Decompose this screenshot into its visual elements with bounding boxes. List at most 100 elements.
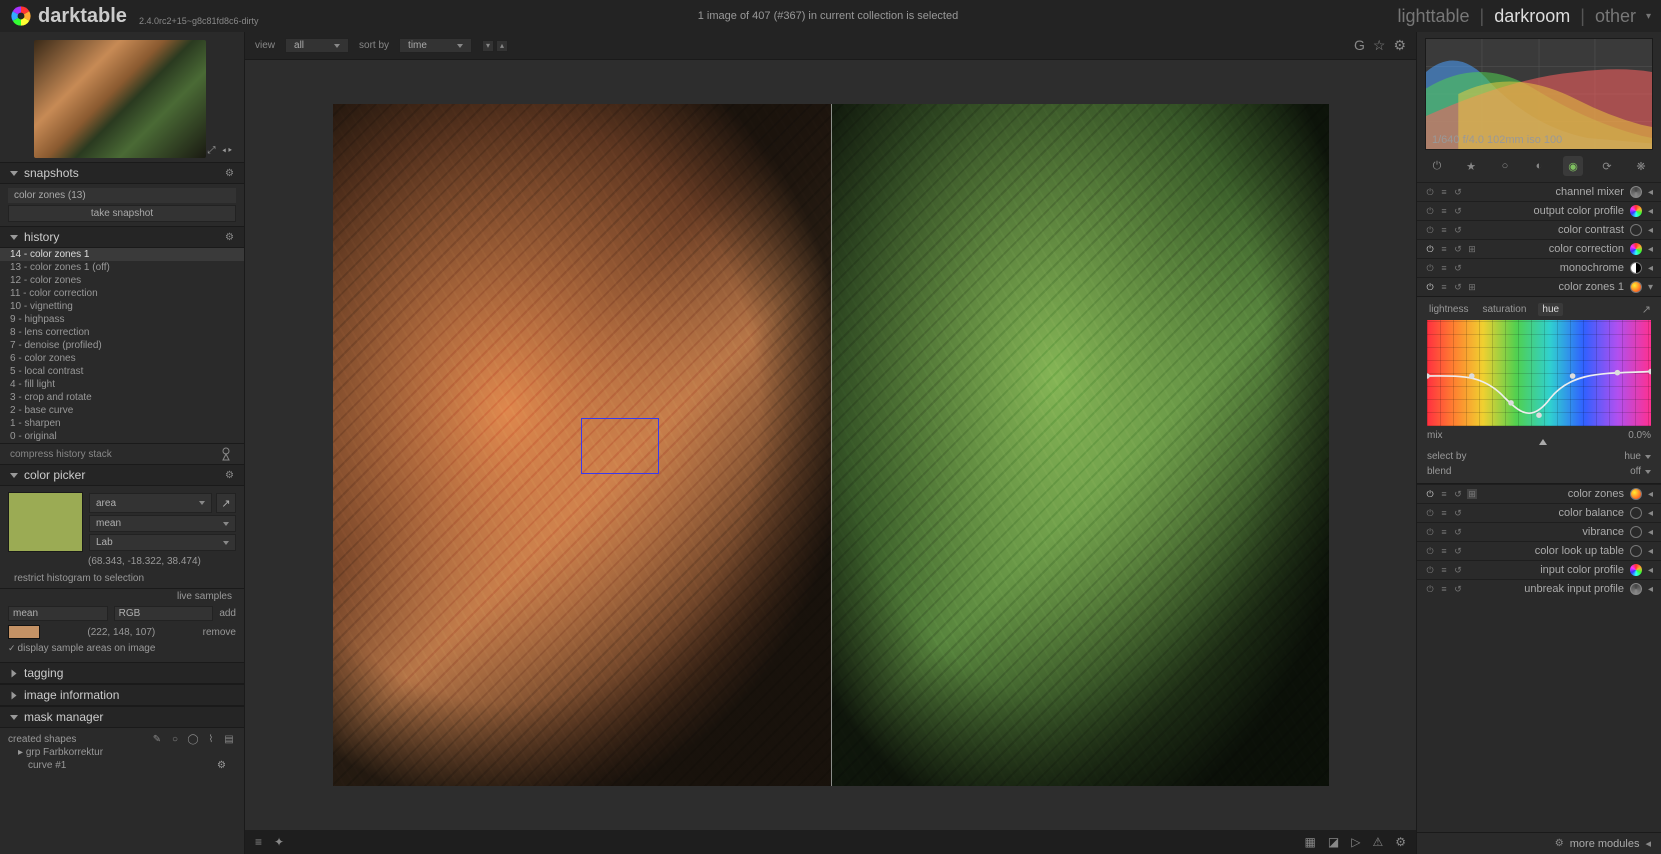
blend-value[interactable]: off <box>1630 466 1651 477</box>
sort-dir-down[interactable]: ▾ <box>482 40 494 52</box>
history-item[interactable]: 3 - crop and rotate <box>0 391 244 404</box>
history-item[interactable]: 0 - original <box>0 430 244 443</box>
display-samples-toggle[interactable]: display sample areas on image <box>8 641 236 656</box>
multiinst-icon[interactable]: ≡ <box>1439 187 1449 197</box>
module-channel-mixer[interactable]: ⏻≡↺ channel mixer <box>1417 182 1661 201</box>
add-sample-button[interactable]: add <box>219 608 236 619</box>
tagging-header[interactable]: tagging <box>0 662 244 684</box>
other-menu-arrow[interactable]: ▾ <box>1646 11 1651 22</box>
sample-space-select[interactable]: RGB <box>114 606 214 621</box>
grouping-icon[interactable]: G <box>1354 37 1365 54</box>
picker-mode-select[interactable]: area <box>89 493 212 513</box>
eyedropper-icon[interactable]: ↗ <box>1642 303 1651 316</box>
mask-group-item[interactable]: ▸ grp Farbkorrektur <box>8 746 236 759</box>
module-group-favorites-icon[interactable]: ★ <box>1461 156 1481 176</box>
sample-stat-select[interactable]: mean <box>8 606 108 621</box>
quick-access-icon[interactable]: ≡ <box>255 835 262 849</box>
style-icon[interactable]: ✦ <box>274 835 284 849</box>
module-monochrome[interactable]: ⏻≡↺ monochrome <box>1417 258 1661 277</box>
snapshot-split-line[interactable] <box>831 104 832 786</box>
history-item[interactable]: 7 - denoise (profiled) <box>0 339 244 352</box>
color-zones-curve[interactable] <box>1427 320 1651 426</box>
view-filter-select[interactable]: all <box>285 38 349 53</box>
star-icon[interactable]: ☆ <box>1373 37 1386 54</box>
restrict-histogram-toggle[interactable]: restrict histogram to selection <box>8 571 236 586</box>
history-item[interactable]: 13 - color zones 1 (off) <box>0 261 244 274</box>
eyedropper-icon[interactable]: ↗ <box>216 493 236 513</box>
mix-slider[interactable] <box>1427 441 1651 447</box>
module-group-tone-icon[interactable]: ◐ <box>1529 156 1549 176</box>
module-group-effect-icon[interactable]: ❋ <box>1631 156 1651 176</box>
overexposed-icon[interactable]: ▦ <box>1305 835 1316 849</box>
gamut-icon[interactable]: ◪ <box>1328 835 1339 849</box>
more-modules[interactable]: ⚙ more modules <box>1417 832 1661 854</box>
history-item[interactable]: 2 - base curve <box>0 404 244 417</box>
view-lighttable[interactable]: lighttable <box>1397 6 1469 27</box>
module-color-zones-1[interactable]: ⏻≡↺⊞ color zones 1 <box>1417 277 1661 296</box>
gear-icon[interactable]: ⚙ <box>217 760 226 771</box>
module-output-profile[interactable]: ⏻≡↺ output color profile <box>1417 201 1661 220</box>
warning-icon[interactable]: ⚠ <box>1372 835 1383 849</box>
tab-hue[interactable]: hue <box>1538 303 1563 316</box>
take-snapshot-button[interactable]: take snapshot <box>8 205 236 222</box>
module-unbreak[interactable]: ⏻≡↺ unbreak input profile <box>1417 579 1661 598</box>
view-darkroom[interactable]: darkroom <box>1494 6 1570 27</box>
gear-icon[interactable]: ⚙ <box>1555 838 1564 849</box>
history-item[interactable]: 9 - highpass <box>0 313 244 326</box>
module-group-basic-icon[interactable]: ○ <box>1495 156 1515 176</box>
history-item[interactable]: 4 - fill light <box>0 378 244 391</box>
imageinfo-header[interactable]: image information <box>0 684 244 706</box>
history-item[interactable]: 12 - color zones <box>0 274 244 287</box>
ellipse-icon[interactable]: ◯ <box>186 732 200 746</box>
history-item[interactable]: 11 - color correction <box>0 287 244 300</box>
picker-stat-select[interactable]: mean <box>89 515 236 532</box>
colorpicker-header[interactable]: color picker⚙ <box>0 464 244 486</box>
navigation-thumbnail[interactable] <box>34 40 206 158</box>
gear-icon[interactable]: ⚙ <box>1393 37 1406 54</box>
gradient-icon[interactable]: ▤ <box>222 732 236 746</box>
maskmanager-header[interactable]: mask manager <box>0 706 244 728</box>
view-other[interactable]: other <box>1595 6 1636 27</box>
tab-lightness[interactable]: lightness <box>1427 303 1470 316</box>
history-item[interactable]: 6 - color zones <box>0 352 244 365</box>
compress-history-button[interactable]: compress history stack <box>10 449 218 460</box>
select-by-value[interactable]: hue <box>1624 451 1651 462</box>
module-group-color-icon[interactable]: ◉ <box>1563 156 1583 176</box>
remove-sample-button[interactable]: remove <box>203 627 236 638</box>
module-group-correct-icon[interactable]: ⟳ <box>1597 156 1617 176</box>
image-canvas[interactable] <box>333 104 1329 786</box>
tab-saturation[interactable]: saturation <box>1480 303 1528 316</box>
history-item[interactable]: 14 - color zones 1 <box>0 248 244 261</box>
module-clut[interactable]: ⏻≡↺ color look up table <box>1417 541 1661 560</box>
gear-icon[interactable]: ⚙ <box>225 470 234 481</box>
module-input-profile[interactable]: ⏻≡↺ input color profile <box>1417 560 1661 579</box>
gear-icon[interactable]: ⚙ <box>225 168 234 179</box>
path-icon[interactable]: ⌇ <box>204 732 218 746</box>
picker-selection-rect[interactable] <box>581 418 659 474</box>
enable-icon[interactable]: ⏻ <box>1425 187 1435 197</box>
reset-icon[interactable]: ↺ <box>1453 187 1463 197</box>
module-vibrance[interactable]: ⏻≡↺ vibrance <box>1417 522 1661 541</box>
thumb-zoom-controls[interactable]: ⤢ ◂▸ <box>208 145 235 156</box>
histogram[interactable]: 1/640 f/4.0 102mm iso 100 <box>1425 38 1653 150</box>
sort-select[interactable]: time <box>399 38 472 53</box>
circle-icon[interactable]: ○ <box>168 732 182 746</box>
brush-icon[interactable]: ✎ <box>150 732 164 746</box>
gear-icon[interactable]: ⚙ <box>225 232 234 243</box>
module-color-correction[interactable]: ⏻≡↺⊞ color correction <box>1417 239 1661 258</box>
softproof-icon[interactable]: ▷ <box>1351 835 1360 849</box>
history-item[interactable]: 1 - sharpen <box>0 417 244 430</box>
gear-icon[interactable]: ⚙ <box>1395 835 1406 849</box>
history-item[interactable]: 5 - local contrast <box>0 365 244 378</box>
module-color-contrast[interactable]: ⏻≡↺ color contrast <box>1417 220 1661 239</box>
history-item[interactable]: 8 - lens correction <box>0 326 244 339</box>
module-group-active-icon[interactable]: ⏻ <box>1427 156 1447 176</box>
style-icon[interactable] <box>218 446 234 462</box>
picker-space-select[interactable]: Lab <box>89 534 236 551</box>
sort-dir-up[interactable]: ▴ <box>496 40 508 52</box>
snapshots-header[interactable]: snapshots⚙ <box>0 162 244 184</box>
history-header[interactable]: history⚙ <box>0 226 244 248</box>
mask-curve-item[interactable]: curve #1⚙ <box>8 759 236 772</box>
snapshot-item[interactable]: color zones (13) <box>8 188 236 203</box>
history-item[interactable]: 10 - vignetting <box>0 300 244 313</box>
